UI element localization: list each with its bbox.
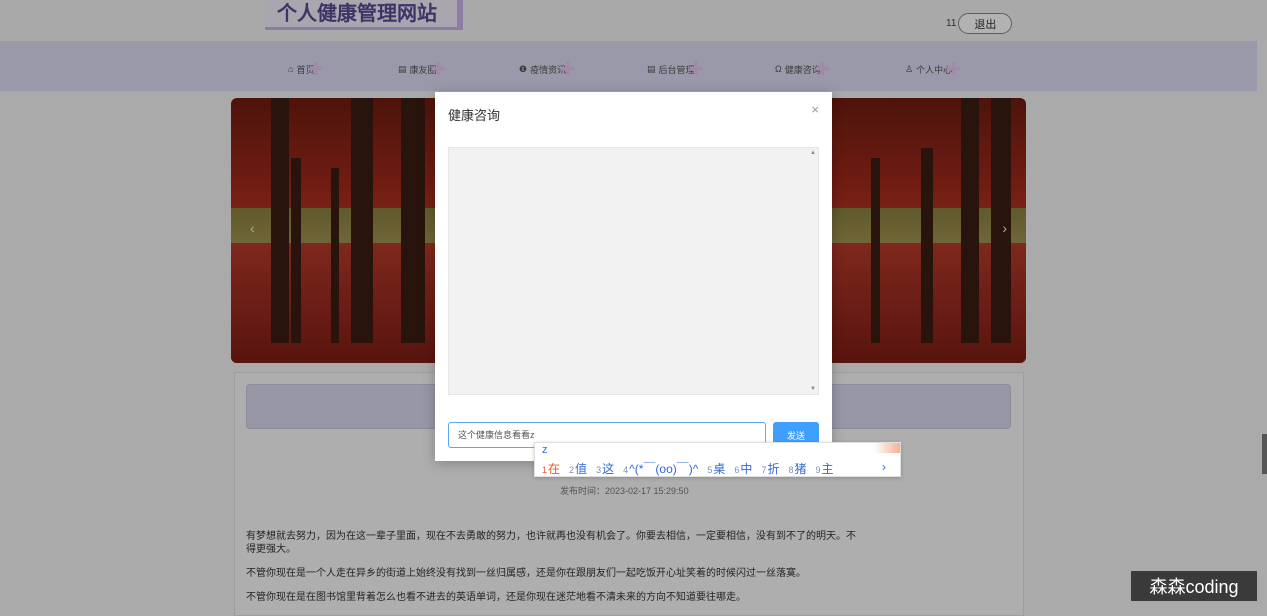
scroll-up-icon[interactable]: ▲ (810, 150, 816, 156)
scroll-down-icon[interactable]: ▼ (810, 386, 816, 392)
ime-candidate[interactable]: 2值 (569, 460, 587, 477)
ime-candidate-list: 1在 2值 3这 4^(*￣(oo)￣)^ 5桌 6中 7折 8猪 9主 (542, 460, 834, 477)
ime-candidate[interactable]: 7折 (761, 460, 779, 477)
chat-messages-area[interactable]: ▲ ▼ (448, 147, 819, 395)
ime-candidate[interactable]: 6中 (734, 460, 752, 477)
consult-dialog: 健康咨询 × ▲ ▼ 这个健康信息看看z 发送 (435, 92, 832, 461)
ime-candidate[interactable]: 3这 (596, 460, 614, 477)
ime-composition: z (542, 444, 548, 456)
dialog-title: 健康咨询 (448, 108, 501, 123)
watermark: 森森coding (1131, 571, 1257, 601)
close-icon[interactable]: × (811, 102, 819, 117)
side-tab[interactable] (1262, 434, 1267, 474)
ime-next-page-icon[interactable]: › (882, 460, 886, 474)
ime-candidate[interactable]: 1在 (542, 460, 560, 477)
ime-candidate-popup: z 1在 2值 3这 4^(*￣(oo)￣)^ 5桌 6中 7折 8猪 9主 › (534, 442, 901, 477)
ime-candidate[interactable]: 8猪 (788, 460, 806, 477)
ime-candidate[interactable]: 9主 (816, 460, 834, 477)
ime-candidate[interactable]: 4^(*￣(oo)￣)^ (623, 460, 698, 477)
ime-candidate[interactable]: 5桌 (707, 460, 725, 477)
ime-skin-decor (874, 443, 900, 453)
